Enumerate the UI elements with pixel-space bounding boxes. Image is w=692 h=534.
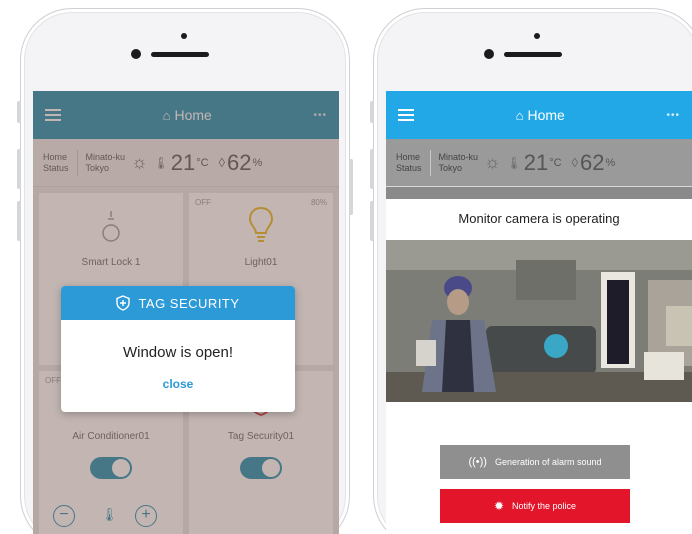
alert-header: TAG SECURITY (61, 286, 295, 320)
home-status-bar: Home Status Minato-ku Tokyo ☼ 🌡︎ 21 °C ◊… (386, 139, 692, 187)
alert-title: TAG SECURITY (138, 295, 240, 311)
proximity-sensor (181, 33, 187, 39)
home-icon: ⌂ (515, 107, 524, 123)
left-screen: ⌂ Home ••• Home Status Minato-ku Tokyo ☼… (33, 91, 339, 534)
volume-down-button (370, 201, 374, 241)
nav-title: ⌂ Home (516, 107, 565, 123)
right-phone: ⌂ Home ••• Home Status Minato-ku Tokyo ☼… (370, 8, 692, 534)
volume-up-button (370, 149, 374, 189)
temperature-unit: °C (549, 156, 562, 169)
hamburger-menu-icon[interactable] (398, 109, 414, 121)
sun-icon: ☼ (484, 152, 501, 172)
location-label: Minato-ku Tokyo (438, 151, 479, 173)
more-options-icon[interactable]: ••• (666, 110, 680, 121)
mute-switch (370, 101, 374, 123)
nav-bar: ⌂ Home ••• (386, 91, 692, 139)
volume-up-button (17, 149, 21, 189)
water-drop-icon: ◊ (571, 155, 579, 170)
backdrop-strip (386, 187, 692, 199)
power-button (349, 159, 353, 215)
camera-feed (386, 240, 692, 402)
left-phone: ⌂ Home ••• Home Status Minato-ku Tokyo ☼… (17, 8, 353, 534)
humidity-value: 62 (580, 149, 605, 175)
thermometer-icon: 🌡︎ (506, 155, 522, 170)
notify-police-button[interactable]: ✹ Notify the police (440, 489, 630, 523)
front-camera (131, 49, 141, 59)
mute-switch (17, 101, 21, 123)
alert-close-button[interactable]: close (61, 377, 295, 391)
volume-down-button (17, 201, 21, 241)
earpiece-speaker (151, 52, 209, 57)
earpiece-speaker (504, 52, 562, 57)
alarm-sound-button[interactable]: ((•)) Generation of alarm sound (440, 445, 630, 479)
alarm-sound-label: Generation of alarm sound (494, 457, 602, 467)
humidity-unit: % (605, 156, 616, 169)
proximity-sensor (534, 33, 540, 39)
alert-message: Window is open! (122, 344, 234, 361)
right-screen: ⌂ Home ••• Home Status Minato-ku Tokyo ☼… (386, 91, 692, 534)
status-label: Home Status (396, 151, 422, 173)
alert-dialog: TAG SECURITY Window is open! close (61, 286, 295, 412)
camera-modal: Monitor camera is operating ((•)) Genera… (386, 199, 692, 534)
front-camera (484, 49, 494, 59)
siren-icon: ✹ (493, 499, 504, 513)
camera-modal-title: Monitor camera is operating (458, 211, 620, 226)
divider (429, 149, 431, 176)
notify-police-label: Notify the police (512, 501, 577, 511)
temperature-value: 21 (523, 149, 549, 175)
shield-icon (116, 295, 131, 311)
speaker-icon: ((•)) (468, 456, 487, 468)
nav-title-text: Home (527, 107, 565, 123)
camera-feed-image (386, 240, 692, 402)
